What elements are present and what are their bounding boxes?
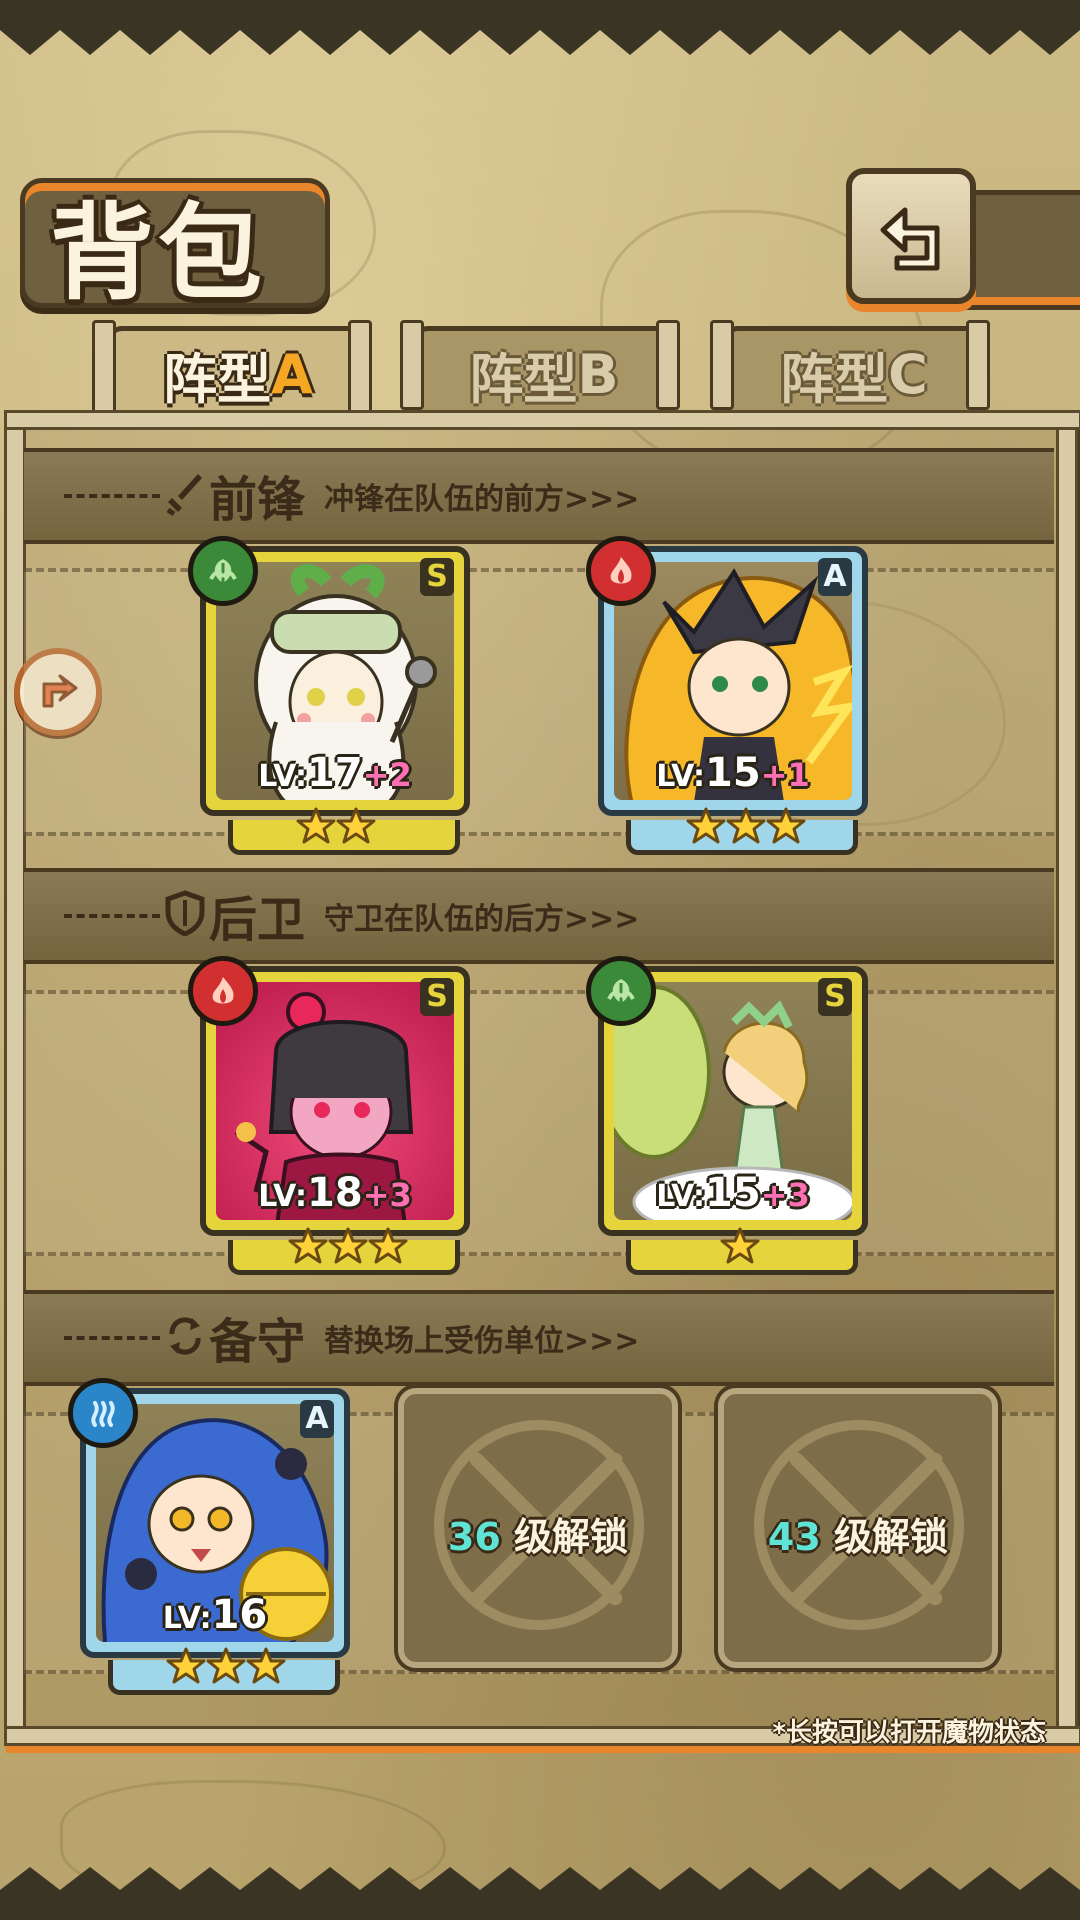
tab-post <box>656 320 680 410</box>
tab-formation-a[interactable]: 阵型 A <box>106 326 370 417</box>
fire-element-icon <box>586 536 656 606</box>
star-icon <box>368 1227 408 1264</box>
panel-rail-top <box>4 410 1080 430</box>
star-icon <box>720 1227 760 1264</box>
section-front-header: 前锋 冲锋在队伍的前方>>> <box>24 448 1054 544</box>
section-title: 后卫 <box>209 892 306 948</box>
front-row <box>24 568 1054 836</box>
star-icon <box>206 1647 246 1684</box>
tab-formation-b[interactable]: 阵型 B <box>412 326 676 417</box>
rank-badge: S <box>420 978 454 1016</box>
divider <box>64 494 160 498</box>
back-return-icon <box>880 207 940 271</box>
star-icon <box>296 807 336 844</box>
section-description: 冲锋在队伍的前方>>> <box>324 482 640 517</box>
unit-level: LV:17+2 <box>258 750 412 796</box>
top-torn-edge <box>0 0 1080 55</box>
rank-badge: A <box>300 1400 334 1438</box>
section-rear-header: 后卫 守卫在队伍的后方>>> <box>24 868 1054 964</box>
page-title: 背包 <box>50 191 267 314</box>
panel-rail-left <box>4 410 26 1746</box>
tab-post <box>710 320 734 410</box>
star-rating <box>166 1646 286 1686</box>
star-icon <box>328 1227 368 1264</box>
tab-post <box>966 320 990 410</box>
swap-icon <box>169 1317 201 1355</box>
star-icon <box>288 1227 328 1264</box>
tab-post <box>92 320 116 418</box>
shield-icon <box>165 890 205 936</box>
star-rating <box>720 1226 760 1266</box>
hint-text: *长按可以打开魔物状态 <box>772 1718 1046 1748</box>
tab-label: 阵型 <box>163 347 272 411</box>
bottom-torn-edge <box>0 1867 1080 1920</box>
back-button[interactable] <box>846 168 976 304</box>
backpack-screen: 背包 阵型 A 阵型 B 阵型 C 前锋 冲锋在队伍的前方>>> 后卫 守卫在队… <box>0 0 1080 1920</box>
unlock-requirement: 36 级解锁 <box>447 1515 629 1559</box>
star-icon <box>166 1647 206 1684</box>
section-description: 守卫在队伍的后方>>> <box>324 902 640 937</box>
star-rating <box>296 806 376 846</box>
rank-badge: S <box>420 558 454 596</box>
leaf-element-icon <box>188 536 258 606</box>
star-rating <box>288 1226 408 1266</box>
tab-formation-c[interactable]: 阵型 C <box>722 326 986 417</box>
tab-label: 阵型 <box>469 347 578 411</box>
rear-row <box>24 990 1054 1256</box>
rank-badge: S <box>818 978 852 1016</box>
sword-icon <box>166 474 202 516</box>
star-icon <box>686 807 726 844</box>
divider <box>64 1336 160 1340</box>
fire-element-icon <box>188 956 258 1026</box>
star-icon <box>726 807 766 844</box>
star-icon <box>766 807 806 844</box>
tab-letter: C <box>888 342 928 406</box>
locked-slot[interactable]: 43 级解锁 <box>718 1388 998 1668</box>
star-rating <box>686 806 806 846</box>
tab-letter: A <box>271 342 313 406</box>
section-title: 前锋 <box>209 472 306 528</box>
panel-rail-right <box>1056 410 1078 1746</box>
water-element-icon <box>68 1378 138 1448</box>
unit-level: LV:18+3 <box>258 1170 412 1216</box>
divider <box>64 914 160 918</box>
unit-level: LV:15+3 <box>656 1170 810 1216</box>
star-icon <box>246 1647 286 1684</box>
locked-slot[interactable]: 36 级解锁 <box>398 1388 678 1668</box>
leaf-element-icon <box>586 956 656 1026</box>
tab-post <box>348 320 372 418</box>
tab-post <box>400 320 424 410</box>
unlock-requirement: 43 级解锁 <box>767 1515 949 1559</box>
unit-level: LV:15+1 <box>656 750 810 796</box>
section-title: 备守 <box>209 1314 306 1370</box>
star-icon <box>336 807 376 844</box>
rank-badge: A <box>818 558 852 596</box>
unit-level: LV:16 <box>162 1592 268 1638</box>
tab-letter: B <box>577 342 619 406</box>
tab-label: 阵型 <box>780 347 889 411</box>
section-reserve-header: 备守 替换场上受伤单位>>> <box>24 1290 1054 1386</box>
section-description: 替换场上受伤单位>>> <box>324 1324 640 1359</box>
